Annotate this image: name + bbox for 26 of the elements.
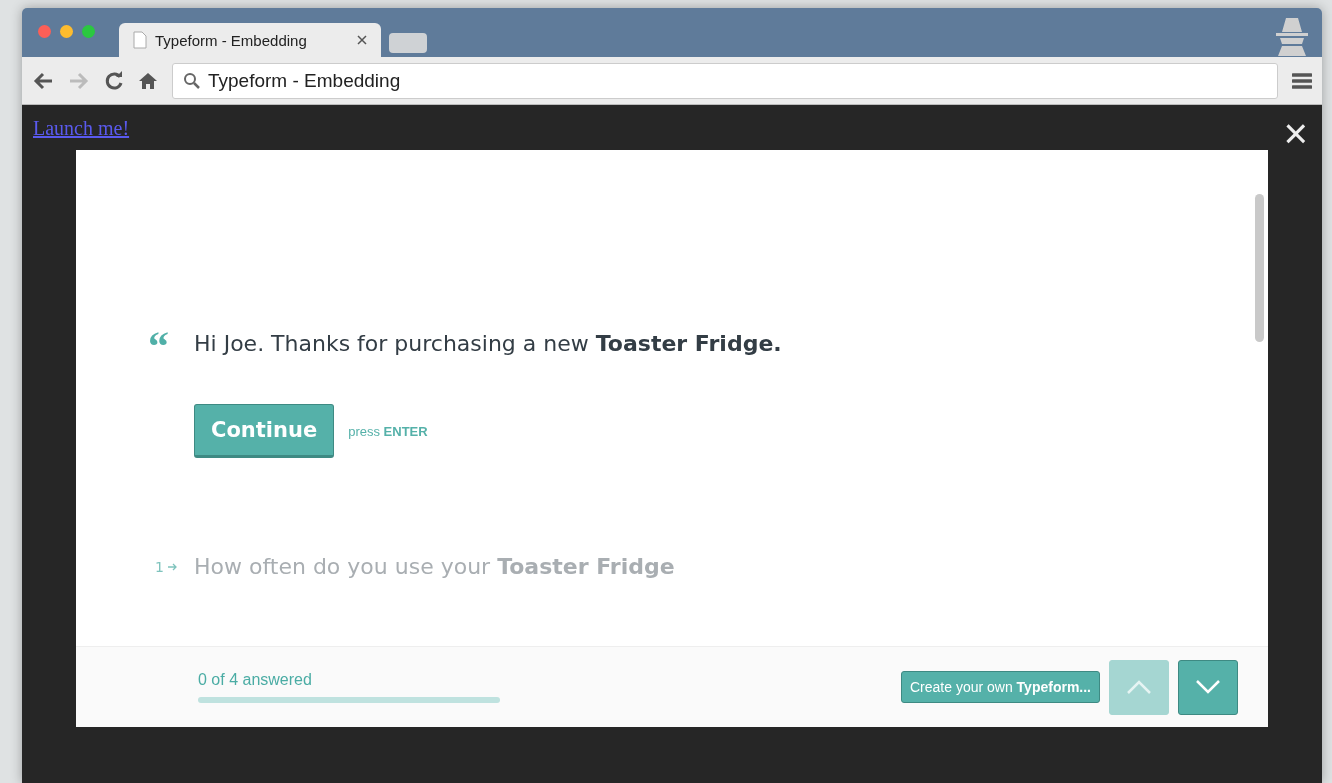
reload-icon[interactable] [104, 70, 124, 91]
question-number: 1 [155, 558, 164, 575]
enter-hint: press ENTER [348, 423, 428, 439]
progress-label: 0 of 4 answered [198, 671, 313, 689]
question-text: Hi Joe. Thanks for purchasing a new Toaster Fridge. [194, 330, 782, 356]
browser-tab[interactable]: Typeform - Embedding [119, 23, 381, 57]
close-button[interactable]: × [1283, 119, 1308, 149]
arrow-icon [168, 562, 178, 571]
page-icon [133, 31, 147, 49]
close-icon[interactable] [357, 35, 367, 45]
back-icon[interactable] [32, 70, 54, 91]
chevron-up-icon [1126, 679, 1152, 695]
question-text: How often do you use your Toaster Fridge [194, 554, 675, 579]
quote-mark: “ [148, 328, 170, 358]
search-icon [183, 72, 200, 89]
address-bar[interactable]: Typeform - Embedding [172, 62, 1278, 99]
tab-title: Typeform - Embedding [155, 31, 308, 49]
forward-icon[interactable] [68, 70, 90, 91]
menu-icon[interactable] [1292, 71, 1312, 90]
close-window-button[interactable] [38, 25, 51, 38]
minimize-window-button[interactable] [60, 25, 73, 38]
scrollbar[interactable] [1255, 194, 1264, 342]
chevron-down-icon [1195, 679, 1221, 695]
home-icon[interactable] [138, 70, 158, 91]
next-button[interactable] [1178, 659, 1238, 715]
maximize-window-button[interactable] [82, 25, 95, 38]
